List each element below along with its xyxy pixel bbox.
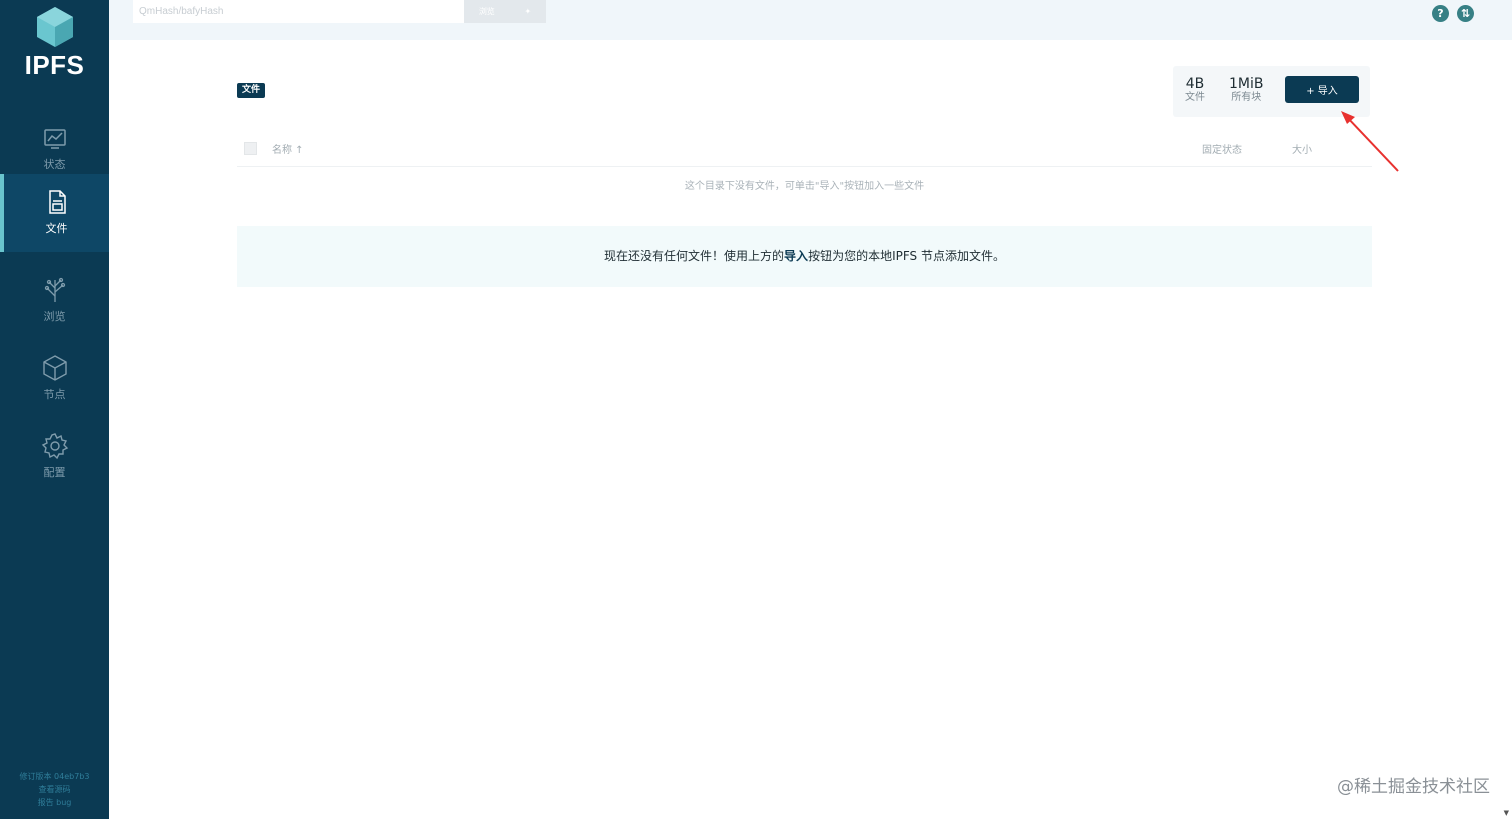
explore-tree-icon	[44, 277, 65, 302]
no-files-notice: 现在还没有任何文件！使用上方的导入按钮为您的本地IPFS 节点添加文件。	[237, 226, 1372, 287]
hash-search-input[interactable]	[133, 0, 464, 23]
breadcrumb-files[interactable]: 文件	[237, 83, 266, 98]
sidebar-item-label: 配置	[43, 466, 66, 479]
sidebar-footer: 修订版本 04eb7b3 查看源码 报告 bug	[0, 770, 109, 809]
pin-icon[interactable]: ✦	[524, 7, 531, 16]
browse-button[interactable]: 浏览	[479, 6, 495, 17]
status-chart-icon	[43, 129, 66, 149]
settings-gear-icon	[41, 433, 68, 460]
blocks-size-value: 1MiB	[1229, 76, 1264, 92]
sidebar-item-label: 状态	[43, 158, 66, 171]
column-size-header[interactable]: 大小	[1292, 141, 1312, 156]
sidebar-item-label: 浏览	[43, 310, 66, 323]
report-bug-link[interactable]: 报告 bug	[0, 796, 109, 809]
ipfs-cube-icon	[36, 7, 73, 47]
notice-text-after: 按钮为您的本地IPFS 节点添加文件。	[808, 249, 1005, 263]
sidebar-item-peers[interactable]: 节点	[0, 340, 109, 418]
notice-text-before: 现在还没有任何文件！使用上方的	[604, 249, 785, 263]
top-icons: ? ⇅	[1432, 5, 1474, 22]
empty-directory-message: 这个目录下没有文件，可单击"导入"按钮加入一些文件	[684, 181, 925, 192]
file-table-header: 名称 ↑ 固定状态 大小	[237, 135, 1372, 167]
top-bar: 浏览 ✦ ? ⇅	[109, 0, 1512, 40]
sidebar: IPFS 状态 文件 浏览 节点 配置 修订版本 04eb7b3 查看源码 报告…	[0, 0, 109, 819]
files-size-value: 4B	[1185, 76, 1205, 92]
column-pin-status-header: 固定状态	[1202, 145, 1242, 156]
help-icon[interactable]: ?	[1432, 5, 1449, 22]
column-name-header[interactable]: 名称 ↑	[272, 141, 304, 156]
files-size-label: 文件	[1185, 92, 1205, 103]
notice-import-bold: 导入	[784, 249, 809, 263]
sidebar-item-explore[interactable]: 浏览	[0, 262, 109, 340]
sidebar-item-label: 节点	[43, 388, 66, 401]
ipfs-logo[interactable]: IPFS	[0, 6, 109, 81]
blocks-size-label: 所有块	[1231, 92, 1262, 103]
sidebar-item-settings[interactable]: 配置	[0, 418, 109, 496]
sidebar-item-files[interactable]: 文件	[0, 174, 109, 252]
scroll-down-icon[interactable]: ▼	[1504, 809, 1509, 817]
import-button[interactable]: + 导入	[1285, 76, 1359, 103]
watermark: @稀土掘金技术社区	[1337, 777, 1490, 797]
sync-icon[interactable]: ⇅	[1457, 5, 1474, 22]
search-actions: 浏览 ✦	[464, 0, 546, 23]
sidebar-item-label: 文件	[45, 222, 68, 235]
revision-link[interactable]: 修订版本 04eb7b3	[0, 770, 109, 783]
files-icon	[48, 190, 66, 214]
select-all-checkbox[interactable]	[244, 142, 257, 155]
blocks-size-stat: 1MiB 所有块	[1229, 76, 1263, 104]
files-size-stat: 4B 文件	[1185, 76, 1205, 104]
peers-cube-icon	[42, 355, 67, 381]
logo-text: IPFS	[24, 50, 85, 80]
source-code-link[interactable]: 查看源码	[0, 783, 109, 796]
